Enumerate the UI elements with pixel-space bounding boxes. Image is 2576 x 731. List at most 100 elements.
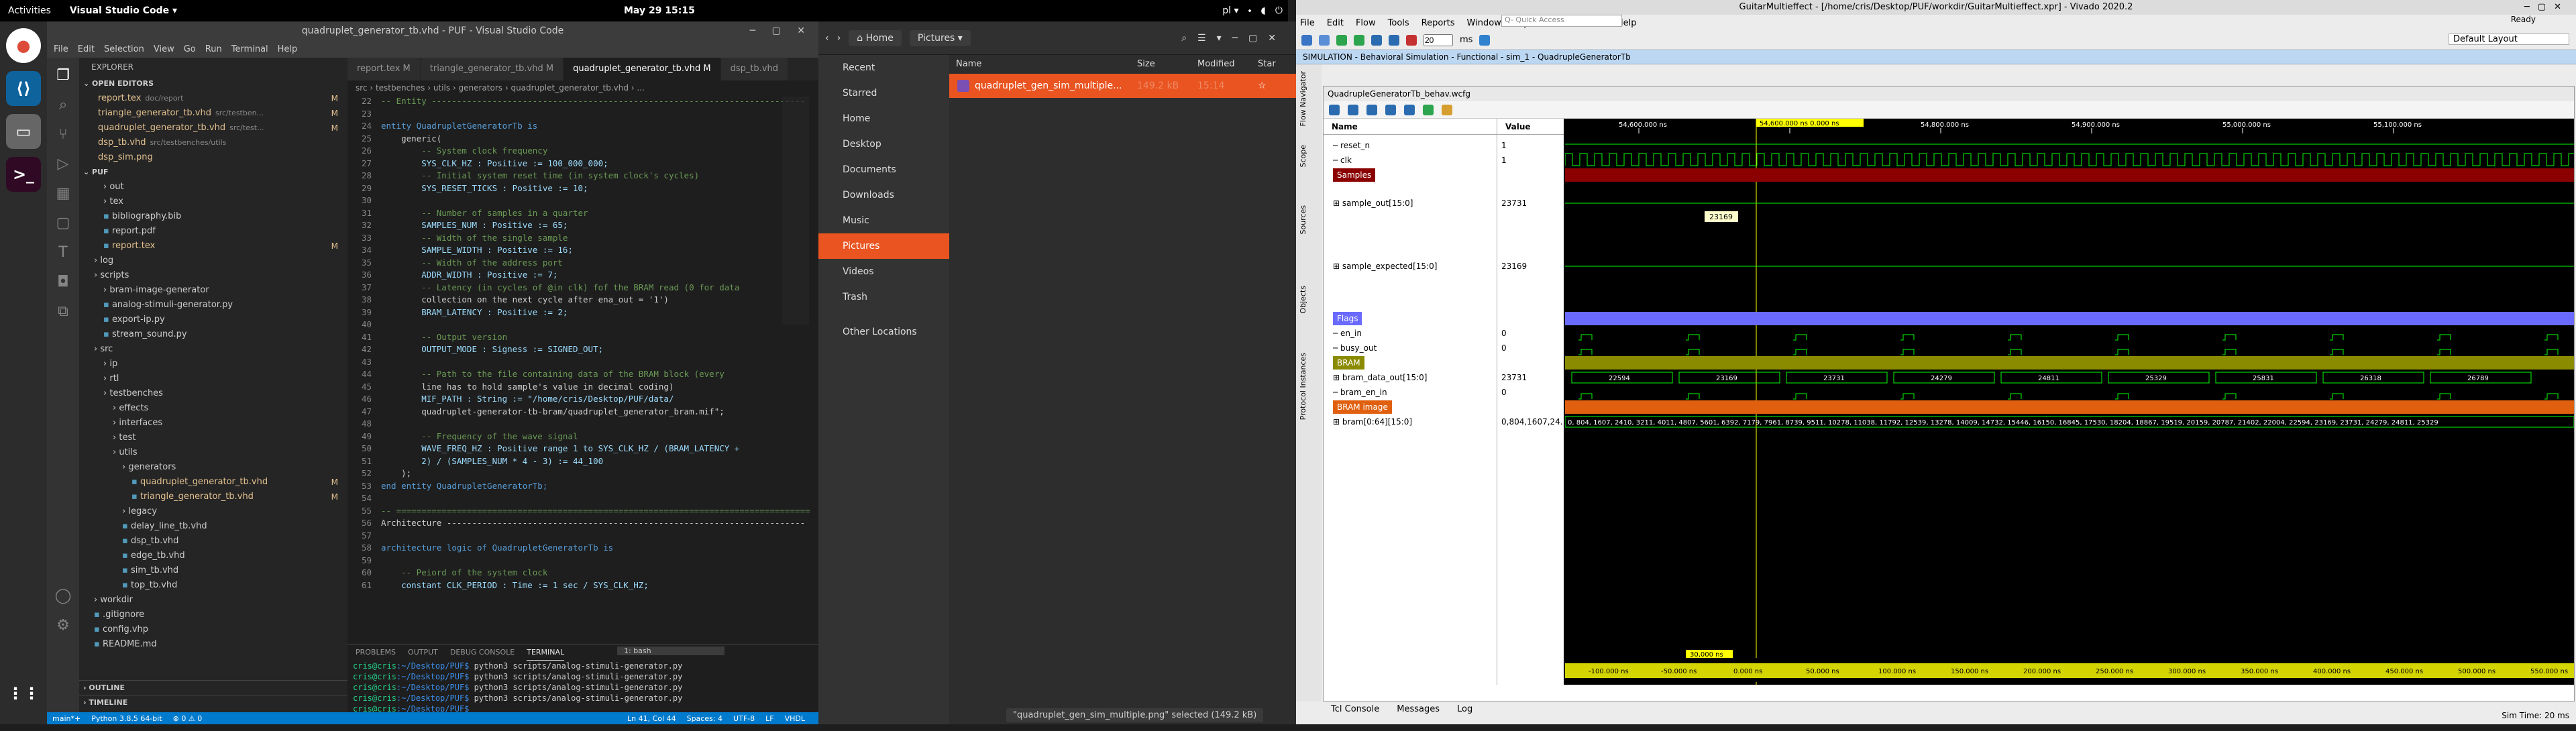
zoom-in-icon[interactable] [1329, 104, 1340, 115]
activities-button[interactable]: Activities [8, 5, 51, 16]
python-icon[interactable]: ⧉ [53, 302, 73, 322]
run-all-icon[interactable] [1336, 34, 1347, 46]
place-pictures[interactable]: Pictures [818, 233, 949, 259]
open-file-item[interactable]: dsp_tb.vhd src/testbenches/utils [79, 135, 347, 150]
tree-item[interactable]: ▪ bibliography.bib [79, 209, 347, 224]
language-mode[interactable]: VHDL [785, 714, 805, 723]
vivado-menu-tools[interactable]: Tools [1388, 18, 1409, 28]
tree-item[interactable]: › generators [79, 460, 347, 475]
tree-item[interactable]: › effects [79, 401, 347, 416]
col-size[interactable]: Size [1137, 55, 1197, 74]
menu-help[interactable]: Help [278, 44, 298, 54]
remote-icon[interactable]: ▢ [53, 213, 73, 233]
signal-name[interactable]: ─ en_in [1333, 327, 1362, 340]
go-start-icon[interactable] [1385, 104, 1396, 115]
place-recent[interactable]: Recent [818, 55, 949, 80]
cursor-position[interactable]: Ln 41, Col 44 [627, 714, 676, 723]
signal-name[interactable]: ⊞ sample_out[15:0] [1333, 196, 1413, 210]
side-tab-sources[interactable]: Sources [1299, 205, 1307, 235]
tree-item[interactable]: ▪ README.md [79, 637, 347, 652]
tree-item[interactable]: › utils [79, 445, 347, 460]
tab-log[interactable]: Log [1457, 701, 1472, 718]
waveform-plot[interactable]: 54,600.000 ns54,700.000 ns54,800.000 ns5… [1565, 119, 2574, 685]
terminal-icon[interactable]: >_ [6, 157, 41, 192]
window-controls[interactable]: ─ ▢ ✕ [750, 25, 812, 36]
signal-name[interactable]: ⊞ bram[0:64][15:0] [1333, 415, 1412, 429]
signal-name[interactable]: Samples [1333, 168, 1376, 182]
extensions-icon[interactable]: ▦ [53, 184, 73, 204]
tree-item[interactable]: › scripts [79, 268, 347, 283]
menu-selection[interactable]: Selection [104, 44, 144, 54]
menu-file[interactable]: File [54, 44, 68, 54]
encoding[interactable]: UTF-8 [733, 714, 755, 723]
signal-name[interactable]: ⊞ bram_data_out[15:0] [1333, 371, 1427, 384]
place-music[interactable]: Music [818, 208, 949, 233]
vivado-menu-edit[interactable]: Edit [1327, 18, 1344, 28]
tex-icon[interactable]: T [53, 243, 73, 263]
signal-name[interactable]: Flags [1333, 312, 1362, 325]
docker-icon[interactable]: ◘ [53, 272, 73, 292]
code-editor[interactable]: 22 -- Entity ----------------------------… [347, 95, 818, 592]
tree-item[interactable]: ▪ config.vhp [79, 622, 347, 637]
path-pictures[interactable]: Pictures ▾ [909, 30, 971, 46]
menu-edit[interactable]: Edit [78, 44, 95, 54]
outline-section[interactable]: › OUTLINE [79, 680, 347, 695]
panel-tab-output[interactable]: OUTPUT [408, 644, 438, 661]
tree-item[interactable]: › out [79, 180, 347, 194]
layout-select[interactable]: Default Layout [2449, 34, 2569, 45]
time-unit-select[interactable]: ms [1460, 35, 1472, 45]
show-apps-icon[interactable]: ⋮⋮ [6, 676, 41, 711]
tree-item[interactable]: ▪ quadruplet_generator_tb.vhd M [79, 475, 347, 490]
settings-gear-icon[interactable]: ⚙ [53, 616, 73, 636]
zoom-fit-icon[interactable] [1366, 104, 1377, 115]
open-file-item[interactable]: triangle_generator_tb.vhd src/testben... M [79, 106, 347, 121]
tree-item[interactable]: › src [79, 342, 347, 357]
editor-tab[interactable]: dsp_tb.vhd [720, 58, 789, 80]
chrome-icon[interactable]: ● [6, 28, 41, 63]
indent-setting[interactable]: Spaces: 4 [687, 714, 722, 723]
language-indicator[interactable]: pl ▾ [1222, 5, 1238, 16]
tree-item[interactable]: › ip [79, 357, 347, 372]
menu-run[interactable]: Run [205, 44, 222, 54]
signal-name[interactable]: ⊞ sample_expected[15:0] [1333, 260, 1437, 273]
run-debug-icon[interactable]: ▷ [53, 154, 73, 174]
vivado-menu-window[interactable]: Window [1467, 18, 1501, 28]
zoom-out-icon[interactable] [1348, 104, 1358, 115]
tree-item[interactable]: › workdir [79, 593, 347, 608]
vivado-menu-file[interactable]: File [1300, 18, 1315, 28]
run-time-input[interactable] [1424, 34, 1453, 46]
save-icon[interactable] [1319, 34, 1330, 46]
tree-item[interactable]: › log [79, 254, 347, 268]
menu-view[interactable]: View [154, 44, 174, 54]
search-icon[interactable]: ⌕ [53, 95, 73, 115]
side-tab-objects[interactable]: Objects [1299, 286, 1307, 314]
tree-item[interactable]: ▪ delay_line_tb.vhd [79, 519, 347, 534]
system-tray[interactable]: pl ▾ ⬩ ◖ ⏻ [1222, 5, 1283, 16]
signal-name[interactable]: BRAM [1333, 356, 1364, 370]
place-home[interactable]: Home [818, 106, 949, 131]
place-trash[interactable]: Trash [818, 284, 949, 310]
tree-item[interactable]: ▪ top_tb.vhd [79, 578, 347, 593]
tree-item[interactable]: › tex [79, 194, 347, 209]
vivado-menu-flow[interactable]: Flow [1356, 18, 1376, 28]
explorer-icon[interactable]: ❐ [53, 66, 73, 86]
path-home[interactable]: ⌂ Home [849, 30, 902, 46]
side-tab-flow-navigator[interactable]: Flow Navigator [1299, 71, 1307, 126]
place-documents[interactable]: Documents [818, 157, 949, 182]
git-branch[interactable]: main*+ [52, 714, 80, 723]
step-icon[interactable] [1371, 34, 1382, 46]
terminal-select[interactable]: 1: bash [617, 646, 724, 655]
open-editors-section[interactable]: ⌄ OPEN EDITORS [79, 76, 347, 91]
side-tab-scope[interactable]: Scope [1299, 145, 1307, 168]
col-modified[interactable]: Modified [1197, 55, 1258, 74]
forward-button[interactable]: › [837, 33, 841, 44]
account-icon[interactable]: ◯ [53, 586, 73, 606]
open-file-item[interactable]: quadruplet_generator_tb.vhd src/test... M [79, 121, 347, 135]
vivado-menu-reports[interactable]: Reports [1421, 18, 1455, 28]
tree-item[interactable]: ▪ export-ip.py [79, 313, 347, 327]
col-star[interactable]: Star [1258, 55, 1276, 74]
eol[interactable]: LF [765, 714, 773, 723]
tree-item[interactable]: ▪ report.tex M [79, 239, 347, 254]
place-starred[interactable]: Starred [818, 80, 949, 106]
minimap[interactable] [782, 97, 809, 325]
